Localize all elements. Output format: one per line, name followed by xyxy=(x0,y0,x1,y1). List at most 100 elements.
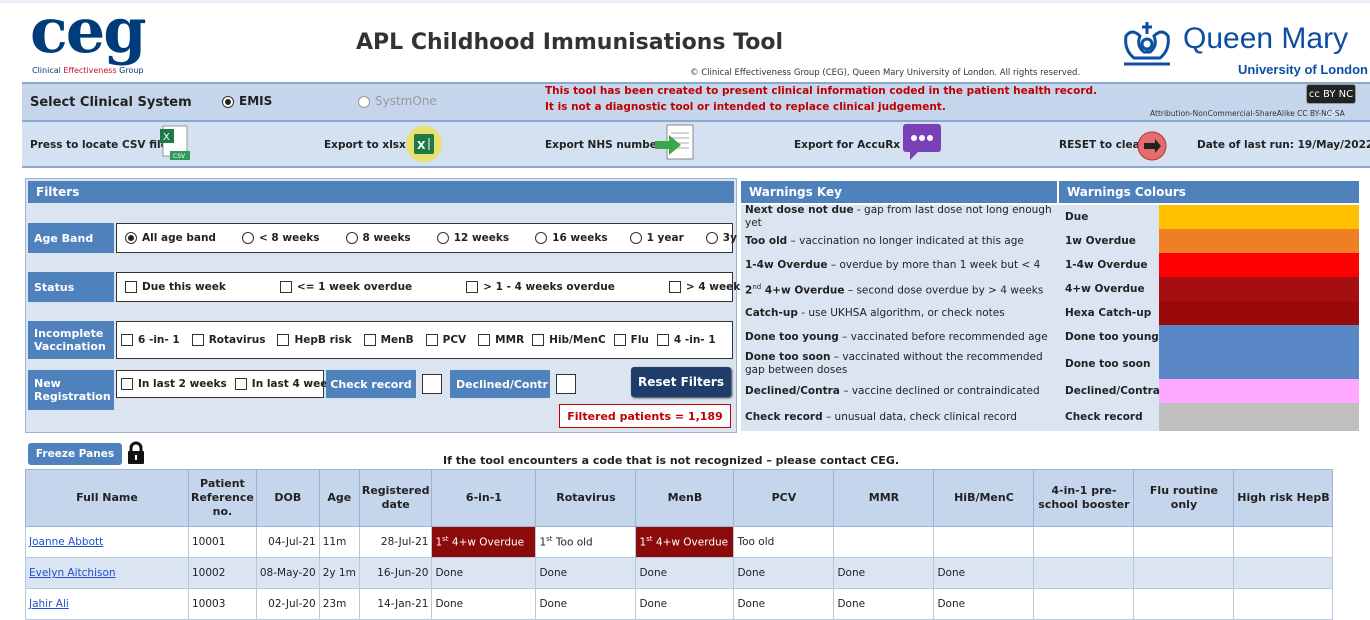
csv-file-icon[interactable]: X CSV xyxy=(158,124,194,162)
accurx-chat-icon[interactable] xyxy=(902,122,942,162)
table-row: Evelyn Aitchison 10002 08-May-20 2y 1m 1… xyxy=(25,557,1334,589)
cell-flu xyxy=(1133,588,1235,620)
warnings-colours-heading: Warnings Colours xyxy=(1059,181,1359,203)
declined-checkbox[interactable] xyxy=(556,374,576,394)
col-full-name[interactable]: Full Name xyxy=(25,469,189,527)
colour-swatch-4w xyxy=(1159,277,1359,302)
table-header-row: Full Name Patient Reference no. DOB Age … xyxy=(25,469,1334,527)
attribution-text: Attribution-NonCommercial-ShareAlike CC … xyxy=(1150,109,1345,118)
col-mmr[interactable]: MMR xyxy=(833,469,935,527)
status-options: Due this week <= 1 week overdue > 1 - 4 … xyxy=(116,272,799,302)
cell-age: 2y 1m xyxy=(318,557,360,589)
cell-hib xyxy=(933,526,1035,558)
col-rotavirus[interactable]: Rotavirus xyxy=(535,469,637,527)
colour-swatch-due xyxy=(1159,205,1359,230)
cell-pcv: Too old xyxy=(733,526,835,558)
cell-age: 11m xyxy=(318,526,360,558)
colour-swatch-too-soon xyxy=(1159,349,1359,380)
freeze-panes-button[interactable]: Freeze Panes xyxy=(28,443,122,465)
vacc-pcv[interactable]: PCV xyxy=(425,334,466,346)
col-pcv[interactable]: PCV xyxy=(733,469,835,527)
systmone-radio[interactable]: SystmOne xyxy=(358,94,437,108)
colour-label-too-soon: Done too soon xyxy=(1059,349,1165,380)
vacc-mmr[interactable]: MMR xyxy=(478,334,524,346)
new-reg-2-weeks[interactable]: In last 2 weeks xyxy=(121,378,227,390)
locate-csv-label: Press to locate CSV file xyxy=(30,139,168,151)
col-4in1-booster[interactable]: 4-in-1 pre-school booster xyxy=(1033,469,1135,527)
new-registration-label: New Registration xyxy=(28,370,114,410)
cell-ref: 10003 xyxy=(188,588,257,620)
warnings-colours-panel: Warnings Colours Due 1w Overdue 1-4w Ove… xyxy=(1059,178,1359,433)
colour-swatch-check-record xyxy=(1159,403,1359,432)
col-menb[interactable]: MenB xyxy=(635,469,735,527)
colour-swatch-hexa xyxy=(1159,301,1359,326)
cell-menb: Done xyxy=(635,557,735,589)
creative-commons-badge: cc BY NC SA xyxy=(1306,84,1356,120)
table-row: Joanne Abbott 10001 04-Jul-21 11m 28-Jul… xyxy=(25,526,1334,558)
patient-table: Full Name Patient Reference no. DOB Age … xyxy=(25,469,1334,620)
nhs-export-document-icon[interactable] xyxy=(652,122,698,164)
patient-name-link[interactable]: Evelyn Aitchison xyxy=(25,557,189,589)
export-xlsx-label: Export to xlsx xyxy=(324,139,406,151)
new-reg-4-weeks[interactable]: In last 4 weeks xyxy=(234,378,341,390)
age-band-option-all[interactable]: All age band xyxy=(125,232,216,244)
vacc-hib-menc[interactable]: Hib/MenC xyxy=(532,334,606,346)
cell-reg: 14-Jan-21 xyxy=(358,588,433,620)
vacc-hepb-risk[interactable]: HepB risk xyxy=(277,334,352,346)
ceg-logo-text: ceg xyxy=(30,0,147,67)
warning-key-1-4w: 1-4w Overdue – overdue by more than 1 we… xyxy=(741,253,1061,278)
cell-6in1: 1st 4+w Overdue xyxy=(431,526,537,558)
colour-label-too-young: Done too young xyxy=(1059,325,1165,350)
warnings-key-heading: Warnings Key xyxy=(741,181,1057,203)
cell-ref: 10002 xyxy=(188,557,257,589)
cell-ref: 10001 xyxy=(188,526,257,558)
age-band-option-8w[interactable]: 8 weeks xyxy=(345,232,411,244)
copyright-text: © Clinical Effectiveness Group (CEG), Qu… xyxy=(690,68,1081,78)
col-high-risk-hepb[interactable]: High risk HepB xyxy=(1233,469,1334,527)
age-band-option-12w[interactable]: 12 weeks xyxy=(436,232,509,244)
patient-name-link[interactable]: Joanne Abbott xyxy=(25,526,189,558)
cell-menb: 1st 4+w Overdue xyxy=(635,526,735,558)
vacc-6in1[interactable]: 6 -in- 1 xyxy=(121,334,180,346)
status-1-4-weeks[interactable]: > 1 - 4 weeks overdue xyxy=(466,281,615,293)
select-clinical-system-label: Select Clinical System xyxy=(30,95,192,110)
vacc-flu[interactable]: Flu xyxy=(613,334,649,346)
vacc-menb[interactable]: MenB xyxy=(363,334,414,346)
colour-label-1w: 1w Overdue xyxy=(1059,229,1165,254)
col-patient-ref[interactable]: Patient Reference no. xyxy=(188,469,257,527)
col-dob[interactable]: DOB xyxy=(255,469,320,527)
status-le-1-week[interactable]: <= 1 week overdue xyxy=(279,281,412,293)
emis-radio[interactable]: EMIS xyxy=(222,94,272,108)
cell-6in1: Done xyxy=(431,557,537,589)
reset-icon[interactable] xyxy=(1136,130,1168,162)
patient-name-link[interactable]: Jahir Ali xyxy=(25,588,189,620)
col-6in1[interactable]: 6-in-1 xyxy=(431,469,537,527)
cell-booster xyxy=(1033,526,1135,558)
age-band-option-1y[interactable]: 1 year xyxy=(629,232,684,244)
cell-hepb xyxy=(1233,588,1334,620)
ceg-logo-subtitle: Clinical Effectiveness Group xyxy=(32,66,144,75)
col-hib-menc[interactable]: HiB/MenC xyxy=(933,469,1035,527)
cell-dob: 08-May-20 xyxy=(255,557,320,589)
col-registered-date[interactable]: Registered date xyxy=(358,469,433,527)
warning-key-done-too-soon: Done too soon – vaccinated without the r… xyxy=(741,349,1061,380)
age-band-options: All age band < 8 weeks 8 weeks 12 weeks … xyxy=(116,223,759,253)
col-flu[interactable]: Flu routine only xyxy=(1133,469,1235,527)
age-band-option-lt8w[interactable]: < 8 weeks xyxy=(241,232,320,244)
col-age[interactable]: Age xyxy=(318,469,360,527)
cell-flu xyxy=(1133,526,1235,558)
vacc-4in1[interactable]: 4 -in- 1 xyxy=(656,334,716,346)
check-record-checkbox[interactable] xyxy=(422,374,442,394)
filters-heading: Filters xyxy=(28,181,734,203)
status-due-this-week[interactable]: Due this week xyxy=(125,281,226,293)
cell-mmr xyxy=(833,526,935,558)
lock-icon[interactable] xyxy=(126,441,146,465)
svg-text:X: X xyxy=(417,139,426,152)
vacc-rotavirus[interactable]: Rotavirus xyxy=(191,334,265,346)
warning-key-declined: Declined/Contra – vaccine declined or co… xyxy=(741,379,1061,404)
excel-export-icon[interactable]: X xyxy=(404,124,444,164)
filtered-patients-count: Filtered patients = 1,189 xyxy=(559,404,731,428)
reset-filters-button[interactable]: Reset Filters xyxy=(631,367,731,397)
colour-label-1-4w: 1-4w Overdue xyxy=(1059,253,1165,278)
age-band-option-16w[interactable]: 16 weeks xyxy=(535,232,608,244)
